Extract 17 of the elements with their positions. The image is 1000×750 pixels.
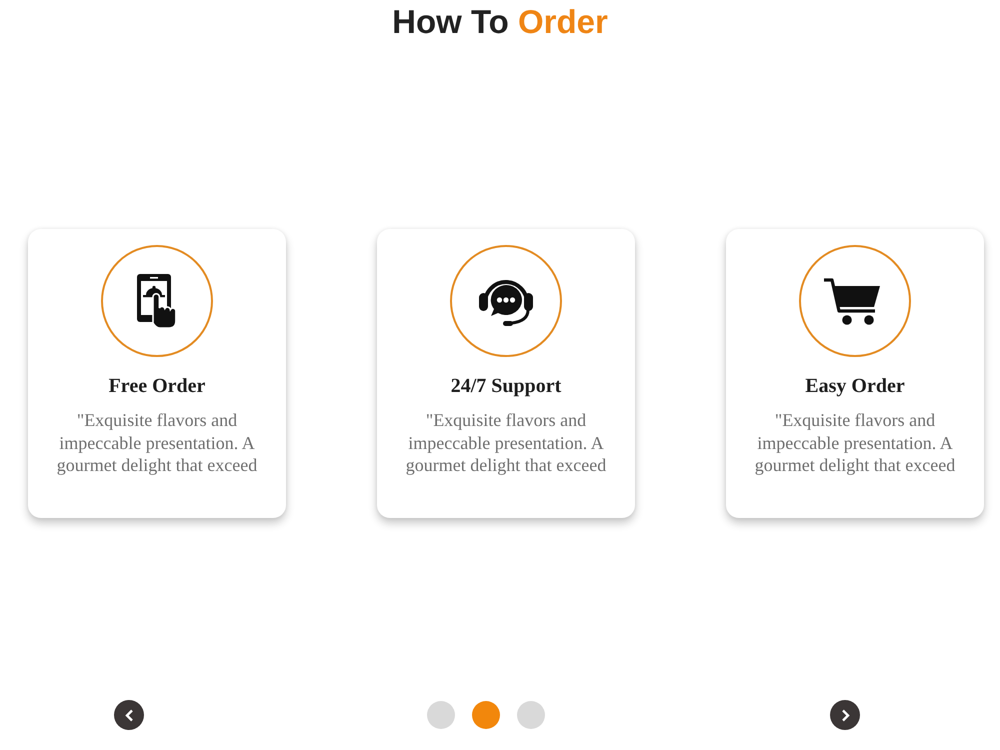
previous-button[interactable] xyxy=(114,700,144,730)
headset-chat-icon xyxy=(450,245,562,357)
phone-tap-icon xyxy=(101,245,213,357)
card-description: "Exquisite flavors and impeccable presentation. A gourmet delight that exceed xyxy=(404,409,608,476)
carousel-dot[interactable] xyxy=(517,701,545,729)
card-title: Easy Order xyxy=(805,374,905,399)
chevron-right-icon xyxy=(840,708,850,722)
chevron-left-icon xyxy=(124,708,134,722)
card-title: 24/7 Support xyxy=(450,374,562,399)
shopping-cart-icon xyxy=(799,245,911,357)
carousel-dot[interactable] xyxy=(427,701,455,729)
card-description: "Exquisite flavors and impeccable presentation. A gourmet delight that exceed xyxy=(56,409,258,476)
card-description: "Exquisite flavors and impeccable presentation. A gourmet delight that exceed xyxy=(754,409,956,476)
next-button[interactable] xyxy=(830,700,860,730)
card-title: Free Order xyxy=(108,374,206,399)
section-title: How To Order xyxy=(392,2,608,42)
carousel-dot[interactable] xyxy=(472,701,500,729)
